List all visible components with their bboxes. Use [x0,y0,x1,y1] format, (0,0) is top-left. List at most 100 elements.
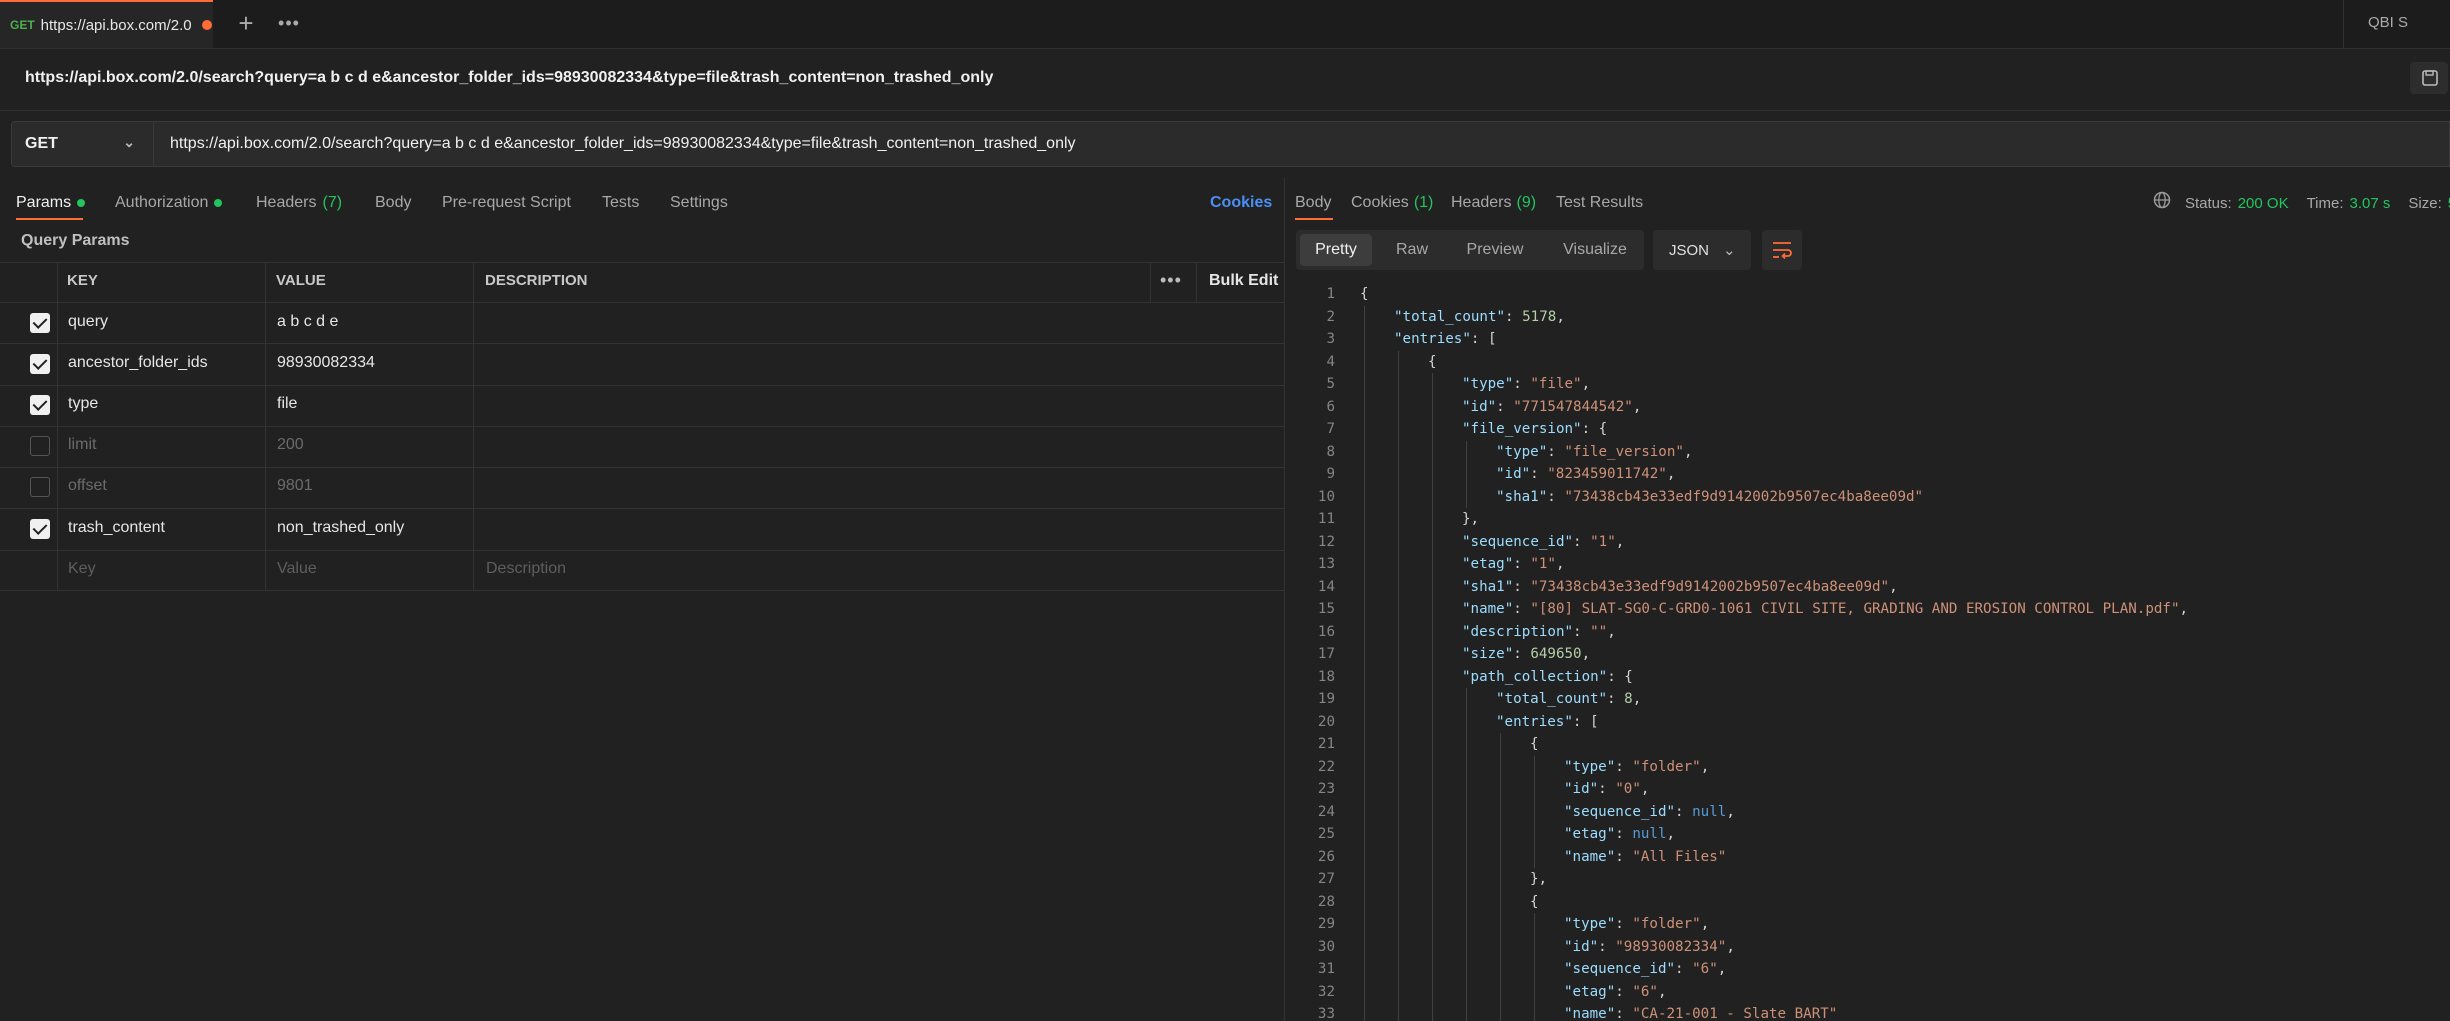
line-number: 14 [1317,578,1335,595]
code-text: "description": "", [1462,623,1616,640]
param-checkbox[interactable] [30,313,50,333]
view-raw-button[interactable]: Raw [1378,234,1446,266]
code-text: "entries": [ [1496,713,1599,730]
code-text: "name": "CA-21-001 - Slate BART" [1564,1006,1838,1021]
new-param-value-input[interactable]: Value [277,560,317,578]
param-value[interactable]: 9801 [277,477,313,495]
request-name[interactable]: https://api.box.com/2.0/search?query=a b… [25,69,993,87]
tab-prerequest-label: Pre-request Script [442,194,571,211]
line-number: 7 [1326,421,1335,437]
line-number: 27 [1317,871,1335,887]
line-number: 5 [1326,376,1335,392]
param-key[interactable]: ancestor_folder_ids [68,354,208,372]
tab-body[interactable]: Body [375,188,411,218]
code-text: "sha1": "73438cb43e33edf9d9142002b9507ec… [1462,578,1898,595]
view-preview-button[interactable]: Preview [1454,234,1536,266]
code-text: "etag": null, [1564,826,1676,842]
param-value[interactable]: file [277,395,297,413]
unsaved-dot-icon [201,20,212,30]
code-text: "file_version": { [1462,421,1608,437]
code-text: "entries": [ [1394,331,1497,347]
indent-guide [1534,755,1535,868]
param-value[interactable]: a b c d e [277,313,338,331]
response-tab-cookies[interactable]: Cookies (1) [1351,188,1433,218]
view-pretty-button[interactable]: Pretty [1300,234,1372,266]
cookies-link[interactable]: Cookies [1210,188,1272,218]
code-text: "sequence_id": "1", [1462,533,1625,550]
save-button[interactable] [2410,62,2448,94]
line-number: 25 [1317,826,1335,842]
param-checkbox[interactable] [30,354,50,374]
line-number: 23 [1317,781,1335,797]
tab-authorization[interactable]: Authorization [115,188,223,218]
tab-params[interactable]: Params [16,188,86,218]
tab-tests[interactable]: Tests [602,188,639,218]
wrap-lines-icon [1773,242,1792,260]
tab-settings[interactable]: Settings [670,188,728,218]
tab-method: GET [10,18,35,32]
response-tab-test-results[interactable]: Test Results [1556,188,1643,218]
time-value[interactable]: 3.07 s [2350,195,2391,212]
code-text: { [1530,893,1539,910]
response-body-code[interactable]: 1 {2 "total_count": 5178, 3 "entries": [4 {5 "… [1285,283,2450,1021]
time-label: Time: [2306,194,2344,212]
param-checkbox[interactable] [30,519,50,539]
code-text: "total_count": 5178, [1394,308,1565,325]
param-key[interactable]: trash_content [68,519,165,537]
param-key[interactable]: offset [68,477,107,495]
indent-guide [1466,440,1467,508]
headers-count: (7) [322,194,343,211]
line-number: 19 [1317,691,1335,707]
line-number: 9 [1326,466,1335,482]
response-tab-tests-label: Test Results [1556,194,1644,211]
param-checkbox[interactable] [30,436,50,456]
url-input[interactable]: https://api.box.com/2.0/search?query=a b… [153,121,2450,167]
tab-headers[interactable]: Headers (7) [256,188,342,218]
bulk-edit-button[interactable]: Bulk Edit [1209,272,1278,290]
format-select[interactable]: JSON ⌄ [1653,230,1751,270]
more-tabs-icon[interactable]: ••• [274,8,304,40]
method-select[interactable]: GET ⌄ [11,121,153,167]
globe-icon[interactable] [2152,190,2172,210]
param-checkbox[interactable] [30,395,50,415]
line-number: 3 [1326,331,1335,347]
line-number: 29 [1317,916,1335,932]
response-tab-body[interactable]: Body [1295,188,1331,218]
chevron-down-icon: ⌄ [1723,242,1736,259]
code-text: "name": "[80] SLAT-SG0-C-GRD0-1061 CIVIL… [1462,601,2189,617]
view-visualize-button[interactable]: Visualize [1550,234,1640,266]
code-text: "sequence_id": null, [1564,803,1735,820]
wrap-lines-button[interactable] [1762,230,1802,270]
response-meta: Status: 200 OK Time: 3.07 s Size: 51 [2185,188,2450,218]
code-text: "size": 649650, [1462,646,1591,662]
line-number: 4 [1326,353,1335,370]
query-params-label: Query Params [21,232,130,249]
params-table [0,262,1284,592]
param-value[interactable]: 98930082334 [277,354,375,372]
method-value: GET [25,135,58,152]
param-value[interactable]: 200 [277,436,304,454]
line-number: 33 [1317,1006,1335,1021]
param-checkbox[interactable] [30,477,50,497]
new-tab-plus-icon[interactable]: + [230,8,262,40]
param-value[interactable]: non_trashed_only [277,519,404,537]
new-param-description-input[interactable]: Description [486,560,566,578]
format-value: JSON [1669,241,1710,259]
line-number: 15 [1317,601,1335,617]
param-key[interactable]: type [68,395,98,413]
indent-guide [1500,733,1501,1021]
column-header-description: DESCRIPTION [485,272,588,289]
response-tab-headers[interactable]: Headers (9) [1451,188,1536,218]
tab-prerequest-script[interactable]: Pre-request Script [442,188,571,218]
code-text: }, [1530,871,1548,887]
status-value[interactable]: 200 OK [2238,195,2289,212]
request-tab[interactable]: GET https://api.box.com/2.0 [0,0,213,48]
param-key[interactable]: query [68,313,108,331]
code-text: { [1530,736,1539,752]
param-key[interactable]: limit [68,436,96,454]
table-options-icon[interactable]: ••• [1160,270,1182,291]
workspace-label[interactable]: QBI S [2368,14,2408,31]
size-label: Size: [2408,194,2442,212]
code-text: "id": "823459011742", [1496,466,1676,482]
new-param-key-input[interactable]: Key [68,560,96,578]
